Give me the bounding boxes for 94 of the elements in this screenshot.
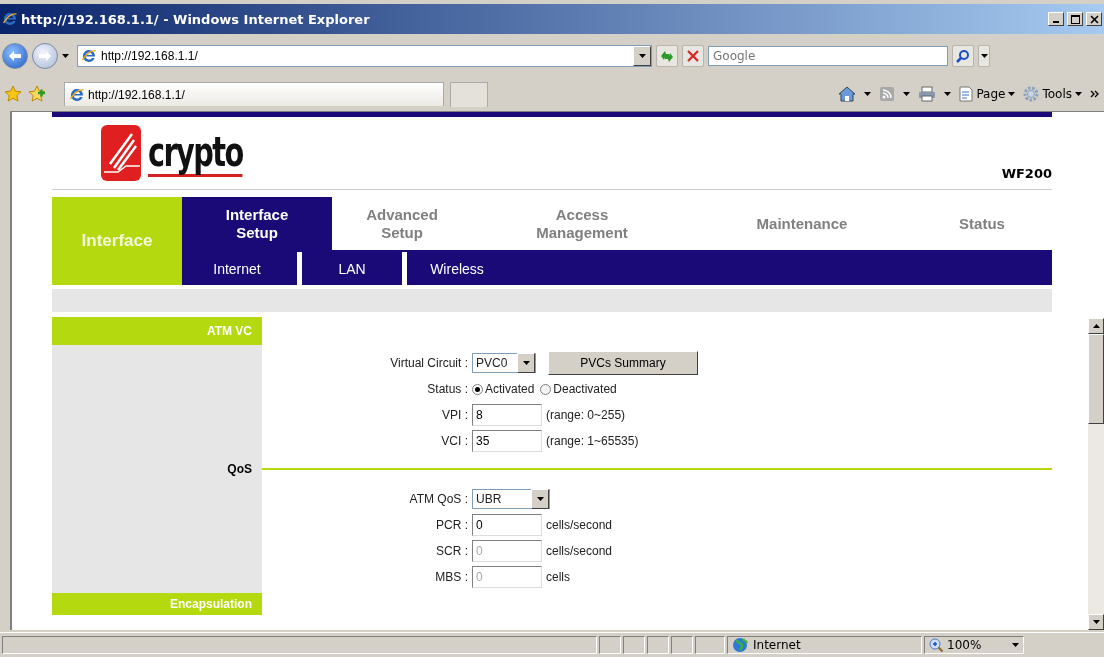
- back-button[interactable]: [2, 43, 28, 69]
- field-label: VPI :: [441, 408, 468, 422]
- stop-icon: [687, 50, 699, 62]
- subnav-link[interactable]: Internet: [182, 252, 292, 285]
- status-pane: [623, 636, 645, 654]
- section-title: Interface: [52, 197, 182, 285]
- caret-icon: [864, 92, 872, 96]
- section-header: Encapsulation: [52, 593, 262, 615]
- page-icon: [959, 86, 974, 102]
- favorites-star-icon[interactable]: [4, 85, 22, 103]
- subnav-link[interactable]: LAN: [307, 252, 397, 285]
- nav-tab[interactable]: Advanced Setup: [332, 197, 472, 250]
- field-hint: cells: [546, 570, 570, 584]
- caret-icon: [903, 92, 911, 96]
- caret-icon: [536, 497, 544, 501]
- status-pane: [599, 636, 621, 654]
- model-name: WF200: [1001, 166, 1052, 181]
- refresh-button[interactable]: [656, 45, 678, 67]
- ie-logo-icon: [2, 11, 18, 27]
- refresh-icon: [659, 49, 675, 63]
- caret-icon: [1012, 643, 1019, 647]
- search-options-button[interactable]: [978, 45, 990, 67]
- up-arrow-icon: [1092, 324, 1100, 328]
- minimize-button[interactable]: [1048, 12, 1064, 26]
- select-field[interactable]: UBR: [472, 489, 550, 509]
- zoom-control[interactable]: 100%: [924, 636, 1024, 654]
- right-arrow-icon: [38, 50, 52, 62]
- feed-icon[interactable]: [879, 86, 896, 102]
- gear-icon: [1023, 86, 1040, 102]
- field-label: MBS :: [434, 570, 468, 584]
- home-icon[interactable]: [838, 86, 857, 102]
- status-pane: [671, 636, 693, 654]
- scrollbar[interactable]: [1088, 318, 1104, 630]
- forward-button[interactable]: [32, 43, 58, 69]
- printer-icon[interactable]: [918, 86, 937, 102]
- field-label: Status :: [426, 382, 468, 396]
- down-arrow-icon: [1092, 620, 1100, 624]
- status-pane: [695, 636, 725, 654]
- text-field[interactable]: 8: [472, 404, 542, 426]
- command-menu[interactable]: Page: [959, 86, 1016, 102]
- chevron-icon[interactable]: [1090, 90, 1100, 98]
- caret-icon: [944, 92, 952, 96]
- field-label: SCR :: [435, 544, 468, 558]
- search-icon: [956, 49, 970, 63]
- search-field[interactable]: Google: [708, 46, 948, 66]
- text-field[interactable]: 35: [472, 430, 542, 452]
- stop-button[interactable]: [682, 45, 704, 67]
- history-caret-icon: [62, 54, 69, 58]
- maximize-button[interactable]: [1067, 12, 1083, 26]
- globe-icon: [732, 637, 748, 653]
- caret-icon: [522, 361, 530, 365]
- select-field[interactable]: PVC0: [472, 353, 536, 373]
- field-hint: (range: 1~65535): [546, 434, 639, 448]
- brand-name: crypto: [148, 129, 243, 177]
- zoom-icon: [929, 638, 943, 652]
- field-label: Virtual Circuit :: [389, 356, 468, 370]
- command-menu[interactable]: Tools: [1023, 86, 1082, 102]
- left-arrow-icon: [8, 50, 22, 62]
- nav-tab[interactable]: Access Management: [472, 197, 692, 250]
- maximize-icon: [1070, 14, 1080, 24]
- search-button[interactable]: [952, 45, 974, 67]
- field-label: VCI :: [440, 434, 468, 448]
- summary-button[interactable]: PVCs Summary: [548, 351, 698, 375]
- radio-button[interactable]: [472, 383, 483, 395]
- page-icon: [81, 48, 97, 64]
- page-icon: [69, 86, 85, 103]
- close-button[interactable]: [1086, 12, 1102, 26]
- browser-tab[interactable]: http://192.168.1.1/: [64, 82, 444, 106]
- nav-tab[interactable]: Status: [912, 197, 1052, 250]
- nav-tab[interactable]: Interface Setup: [182, 197, 332, 250]
- radio-button[interactable]: [540, 383, 552, 395]
- caret-icon: [980, 54, 988, 58]
- status-pane: [647, 636, 669, 654]
- section-header: ATM VC: [52, 317, 262, 345]
- close-icon: [1089, 14, 1099, 24]
- field-hint: cells/second: [546, 544, 613, 558]
- subnav-link[interactable]: Wireless: [412, 252, 502, 285]
- caret-icon: [638, 54, 646, 58]
- nav-tab[interactable]: Maintenance: [692, 197, 912, 250]
- brand-logo-icon: [100, 124, 142, 182]
- caret-icon: [1008, 92, 1016, 96]
- field-hint: cells/second: [546, 518, 613, 532]
- address-field[interactable]: http://192.168.1.1/: [77, 45, 652, 67]
- radio-label: Activated: [485, 382, 535, 396]
- text-field[interactable]: 0: [472, 514, 542, 536]
- window-title: http://192.168.1.1/ - Windows Internet Explorer: [21, 11, 371, 27]
- security-zone: Internet: [727, 636, 922, 654]
- caret-icon: [1075, 92, 1082, 96]
- radio-label: Deactivated: [553, 382, 617, 396]
- field-hint: (range: 0~255): [546, 408, 626, 422]
- section-label: QoS: [52, 457, 262, 481]
- add-favorite-icon[interactable]: [28, 85, 46, 103]
- field-label: PCR :: [435, 518, 468, 532]
- field-label: ATM QoS :: [408, 492, 468, 506]
